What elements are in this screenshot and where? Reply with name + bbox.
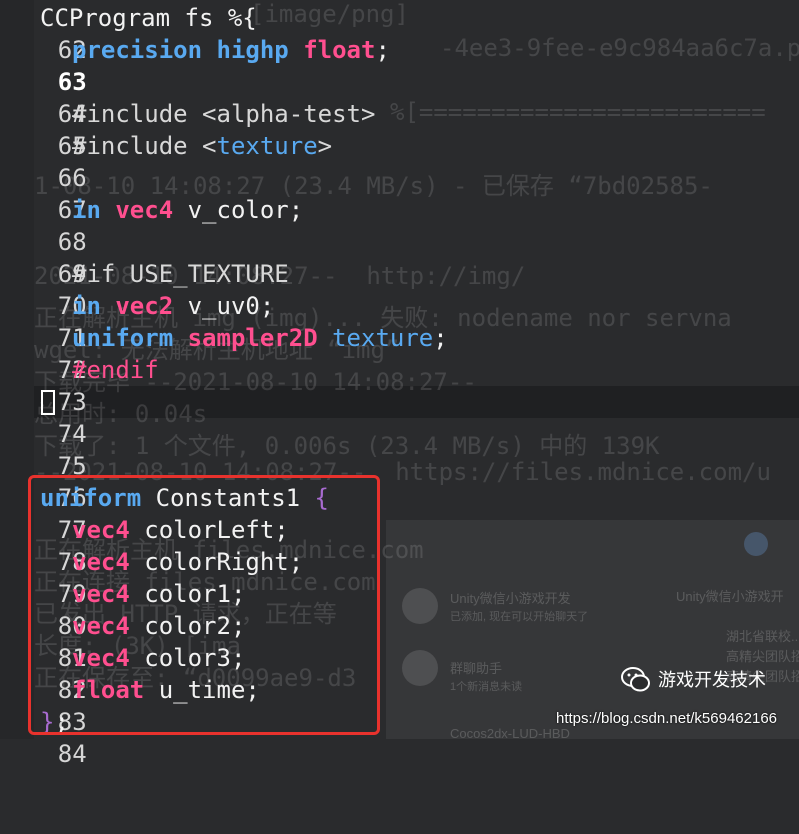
token: float [303,36,376,64]
token: #include < [72,132,217,160]
terminal-editor: [image/png] -4ee3-9fee-e9c984aa6c7a.p %[… [0,0,799,768]
token: in [72,196,101,224]
token: #if USE_TEXTURE [72,260,289,288]
token: #include <alpha-test> [72,100,376,128]
avatar [402,588,438,624]
token: v_uv0; [173,292,275,320]
token: vec4 [115,196,174,224]
token: CCProgram fs %{ [40,4,257,32]
code-text: #include <texture> [72,130,332,162]
code-line: 71 in vec2 v_uv0; [0,290,275,352]
ghost-line: 下载了: 1 个文件, 0.006s (23.4 MB/s) 中的 139K [34,432,660,460]
code-line: 70 #if USE_TEXTURE [0,258,289,320]
chat-side-line: 高精尖团队招 [726,649,799,664]
token: ; [433,324,448,352]
ghost-line: %[======================== [390,98,766,126]
line-number: 84 [57,740,87,768]
code-line: 73 #endif [0,354,159,416]
red-highlight-box [28,475,380,735]
code-line: 66 #include <texture> [0,130,332,192]
token: > [317,132,333,160]
code-text: in vec2 v_uv0; [72,290,274,322]
chat-side-line: 湖北省联校... [726,629,799,644]
watermark-url: https://blog.csdn.net/k569462166 [556,710,778,727]
chat-item-title: Unity微信小游戏开发 [450,591,571,606]
info-icon [744,532,768,556]
token: ; [375,36,390,64]
wechat-icon [620,664,652,696]
token: in [72,292,101,320]
token: uniform [72,324,174,352]
ghost-line: -4ee3-9fee-e9c984aa6c7a.p [440,34,799,62]
code-text: #endif [72,354,159,386]
code-text: precision highp float; [72,34,390,66]
code-text: uniform sampler2D texture; [72,322,448,354]
code-line: 75 [0,418,92,480]
ghost-line: [image/png] [250,0,409,28]
token: highp [216,36,289,64]
current-line-highlight [34,386,799,418]
code-line: 69 [0,226,92,288]
token: vec2 [115,292,174,320]
code-line: 63 precision highp float; [0,34,390,96]
chat-item-title: 群聊助手 [450,661,503,676]
token: texture [216,132,318,160]
code-text: #if USE_TEXTURE [72,258,289,290]
token: v_color; [173,196,304,224]
code-line: 67 [0,162,92,224]
chat-item-preview: 已添加, 现在可以开始聊天了 [450,611,589,623]
code-text: CCProgram fs %{ [40,2,257,34]
code-text: in vec4 v_color; [72,194,303,226]
code-line: 68 in vec4 v_color; [0,194,303,256]
code-text: #include <alpha-test> [72,98,375,130]
code-line: 65 #include <alpha-test> [0,98,376,160]
token: precision [72,36,203,64]
token: sampler2D [187,324,318,352]
text-cursor [41,390,55,415]
code-line: 72 uniform sampler2D texture; [0,322,448,384]
code-line: 64 [0,66,92,128]
token: texture [332,324,434,352]
chat-item-preview: 1个新消息未读 [450,681,523,693]
watermark-name: 游戏开发技术 [658,670,766,690]
token: #endif [72,356,159,384]
code-line: 62 CCProgram fs %{ [0,2,257,64]
avatar [402,650,438,686]
chat-side-title: Unity微信小游戏开 [676,589,784,604]
